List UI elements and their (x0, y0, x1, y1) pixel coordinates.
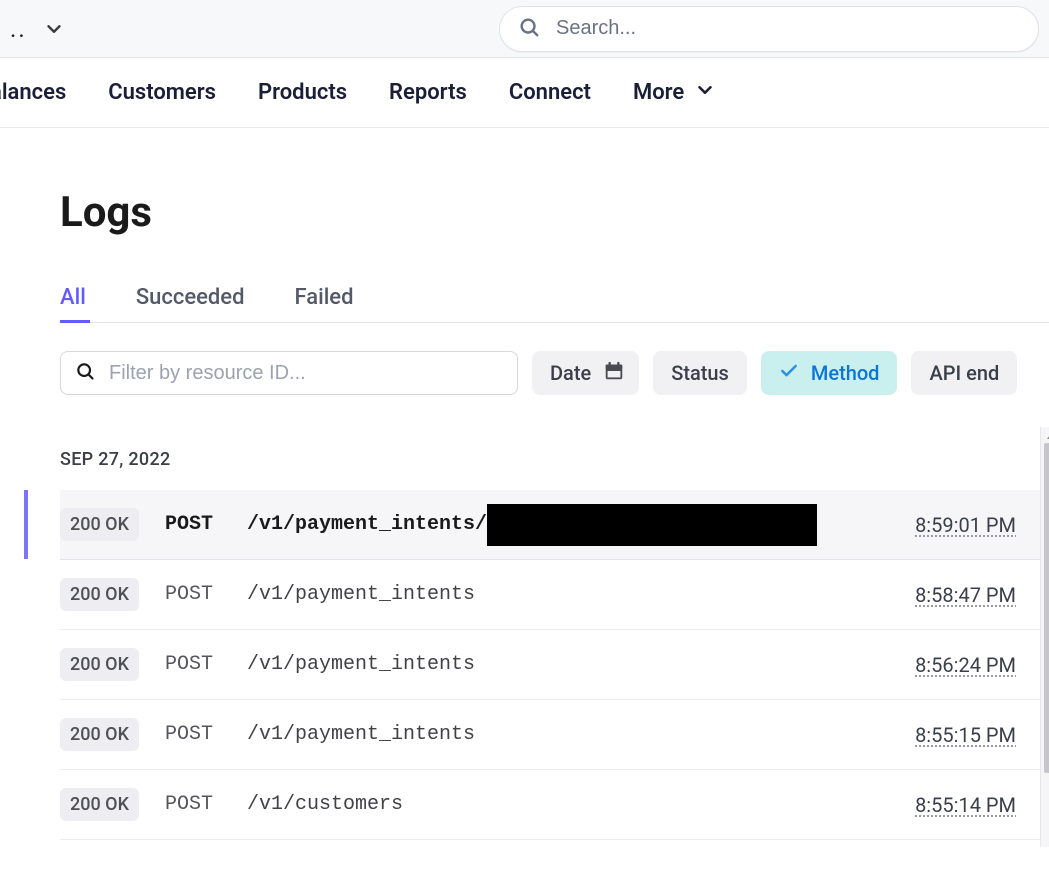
log-method: POST (165, 513, 221, 536)
nav-products[interactable]: Products (258, 80, 347, 105)
filter-method[interactable]: Method (761, 351, 898, 395)
search-input[interactable] (554, 16, 1020, 41)
log-method: POST (165, 723, 221, 746)
log-time: 8:58:47 PM (915, 583, 1016, 607)
log-time: 8:56:24 PM (915, 653, 1016, 677)
log-row[interactable]: 200 OK POST/v1/customers 8:55:14 PM (60, 770, 1049, 840)
nav-customers[interactable]: Customers (108, 80, 216, 105)
log-path-text: /v1/payment_intents/ (247, 513, 487, 536)
check-icon (779, 361, 799, 386)
filter-api-endpoint[interactable]: API end (911, 351, 1017, 395)
page: Logs All Succeeded Failed Date Status Me… (0, 128, 1049, 840)
log-status-badge: 200 OK (60, 788, 139, 821)
filter-date-label: Date (550, 361, 591, 385)
log-status-badge: 200 OK (60, 578, 139, 611)
tabs: All Succeeded Failed (60, 285, 1049, 323)
account-stub: .. (10, 15, 33, 43)
log-method: POST (165, 583, 221, 606)
global-search[interactable] (499, 6, 1039, 52)
filter-input[interactable] (107, 361, 503, 386)
log-path-text: /v1/payment_intents (247, 723, 475, 746)
nav-balances[interactable]: alances (0, 80, 66, 105)
redacted-block (487, 504, 817, 546)
search-icon (75, 361, 95, 385)
filter-input-wrap[interactable] (60, 351, 518, 395)
main-nav: alances Customers Products Reports Conne… (0, 58, 1049, 128)
log-path: /v1/payment_intents/ (247, 504, 889, 546)
tab-failed[interactable]: Failed (294, 285, 353, 322)
log-status-badge: 200 OK (60, 508, 139, 541)
filter-status-label: Status (671, 361, 729, 385)
filter-method-label: Method (811, 361, 880, 385)
filter-status[interactable]: Status (653, 351, 747, 395)
log-path: /v1/customers (247, 793, 889, 816)
nav-connect[interactable]: Connect (509, 80, 591, 105)
log-area: SEP 27, 2022 200 OK POST/v1/payment_inten… (60, 449, 1049, 840)
topbar: .. (0, 0, 1049, 58)
scroll-thumb[interactable] (1044, 443, 1049, 773)
log-method: POST (165, 653, 221, 676)
calendar-icon (603, 360, 625, 387)
log-path: /v1/payment_intents (247, 653, 889, 676)
log-method: POST (165, 793, 221, 816)
nav-more-label: More (633, 80, 684, 105)
log-date-header: SEP 27, 2022 (60, 449, 1049, 470)
filter-date[interactable]: Date (532, 351, 639, 395)
filter-row: Date Status Method API end (60, 351, 1049, 395)
page-title: Logs (60, 188, 1049, 237)
search-icon (518, 16, 540, 42)
log-status-badge: 200 OK (60, 718, 139, 751)
tab-all[interactable]: All (60, 285, 86, 322)
log-time: 8:55:14 PM (915, 793, 1016, 817)
nav-more[interactable]: More (633, 79, 716, 107)
log-row[interactable]: 200 OK POST/v1/payment_intents 8:55:15 PM (60, 700, 1049, 770)
log-path-text: /v1/payment_intents (247, 653, 475, 676)
global-search-wrap (499, 6, 1039, 52)
log-row[interactable]: 200 OK POST/v1/payment_intents/8:59:01 PM (60, 490, 1049, 560)
filter-api-label: API end (929, 361, 999, 385)
log-path: /v1/payment_intents (247, 583, 889, 606)
log-row[interactable]: 200 OK POST/v1/payment_intents 8:56:24 PM (60, 630, 1049, 700)
log-time: 8:55:15 PM (915, 723, 1016, 747)
scrollbar[interactable] (1040, 427, 1049, 847)
nav-reports[interactable]: Reports (389, 80, 467, 105)
account-chevron-icon[interactable] (43, 18, 65, 40)
log-path-text: /v1/customers (247, 793, 403, 816)
log-path: /v1/payment_intents (247, 723, 889, 746)
log-status-badge: 200 OK (60, 648, 139, 681)
log-time: 8:59:01 PM (915, 513, 1016, 537)
chevron-down-icon (694, 79, 716, 107)
log-path-text: /v1/payment_intents (247, 583, 475, 606)
log-row[interactable]: 200 OK POST/v1/payment_intents 8:58:47 PM (60, 560, 1049, 630)
tab-succeeded[interactable]: Succeeded (136, 285, 245, 322)
